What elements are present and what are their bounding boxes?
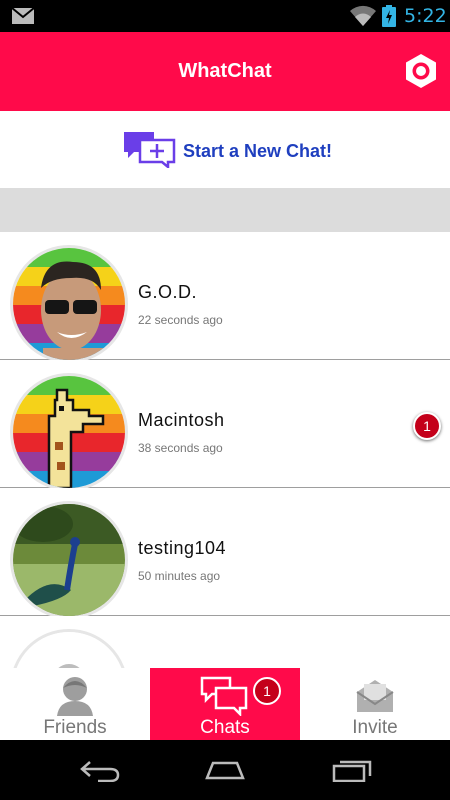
tab-label: Friends [43,717,107,738]
gear-icon[interactable] [403,53,439,89]
chat-list[interactable]: G.O.D. 22 seconds ago Macintosh 38 secon… [0,232,450,668]
app-title: WhatChat [178,60,272,82]
system-navigation-bar [0,740,450,800]
last-message-time: 22 seconds ago [138,313,223,327]
chats-icon [200,676,248,716]
new-chat-icon [124,132,176,168]
start-new-chat-button[interactable]: Start a New Chat! [0,111,450,188]
friends-icon [57,677,93,716]
mail-icon [12,8,34,24]
contact-name: Macintosh [138,410,225,430]
bottom-tab-bar: Friends 1 Chats Invite [0,668,450,740]
tab-friends[interactable]: Friends [0,668,150,740]
tab-invite[interactable]: Invite [300,668,450,740]
unread-count-badge: 1 [253,677,281,705]
tab-label: Chats [200,717,250,738]
back-icon[interactable] [78,758,122,782]
battery-icon [382,5,396,27]
chat-row-god[interactable]: G.O.D. 22 seconds ago [0,232,450,363]
invite-icon [356,680,394,712]
start-new-chat-label: Start a New Chat! [183,141,333,161]
section-divider [0,188,450,232]
app-bar: WhatChat [0,32,450,111]
avatar [10,245,128,363]
wifi-icon [350,5,376,26]
status-bar: 5:22 [0,0,450,32]
chat-row-partial[interactable] [0,616,450,668]
last-message-time: 38 seconds ago [138,441,223,455]
unread-count-badge: 1 [413,412,441,440]
chat-row-macintosh[interactable]: Macintosh 38 seconds ago 1 [0,360,450,491]
last-message-time: 50 minutes ago [138,569,221,583]
contact-name: testing104 [138,538,227,558]
chat-row-testing104[interactable]: testing104 50 minutes ago [0,488,450,619]
recent-apps-icon[interactable] [330,758,374,782]
avatar [10,629,128,668]
avatar [10,501,128,619]
contact-name: G.O.D. [138,282,198,302]
tab-chats[interactable]: 1 Chats [150,668,300,740]
avatar [10,373,128,491]
tab-label: Invite [352,717,398,738]
status-time: 5:22 [404,5,447,27]
home-icon[interactable] [201,758,249,782]
